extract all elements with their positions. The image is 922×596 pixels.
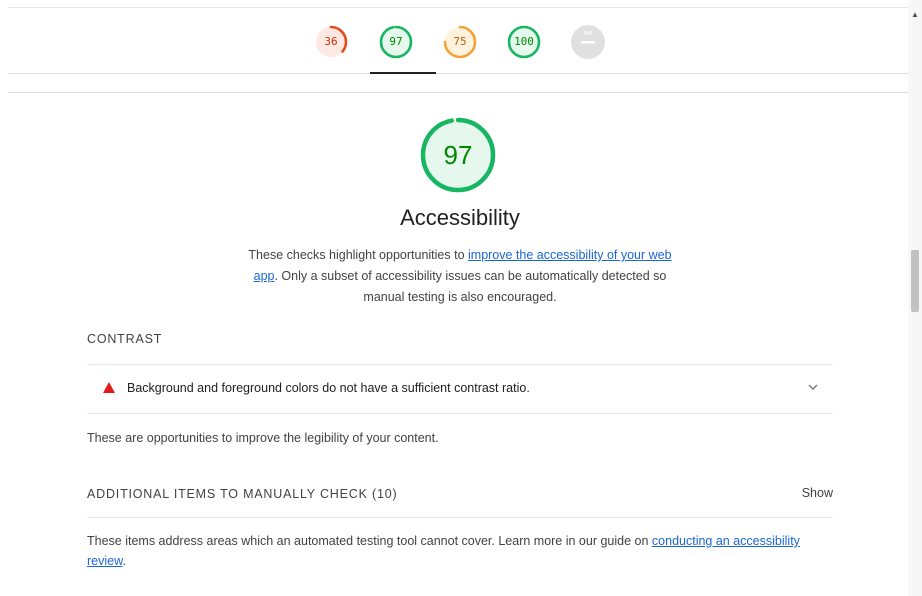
accessibility-score-gauge: 97 <box>418 115 498 195</box>
manual-checks-divider <box>87 517 833 518</box>
manual-text-suffix: . <box>122 554 126 568</box>
best-practices-gauge[interactable]: 75 <box>442 24 478 60</box>
description-text-prefix: These checks highlight opportunities to <box>248 248 468 262</box>
manual-text-prefix: These items address areas which an autom… <box>87 534 652 548</box>
category-title: Accessibility <box>400 205 520 230</box>
best-practices-score: 75 <box>453 35 467 48</box>
mini-gauges: 36 97 75 100 PWA <box>8 8 912 73</box>
pwa-score: PWA <box>583 31 593 37</box>
manual-checks-heading: ADDITIONAL ITEMS TO MANUALLY CHECK (10) <box>87 487 398 501</box>
fail-triangle-icon <box>103 382 115 393</box>
performance-gauge[interactable]: 36 <box>313 24 349 60</box>
pwa-gauge[interactable]: PWA <box>570 24 606 60</box>
seo-gauge[interactable]: 100 <box>506 24 542 60</box>
active-tab-indicator <box>370 72 436 74</box>
category-gauge-bar: 36 97 75 100 PWA <box>8 7 912 74</box>
manual-checks-description: These items address areas which an autom… <box>87 531 833 571</box>
accessibility-gauge[interactable]: 97 <box>378 24 414 60</box>
accessibility-score: 97 <box>443 140 473 170</box>
contrast-heading: CONTRAST <box>87 332 163 346</box>
description-text-suffix: . Only a subset of accessibility issues … <box>274 269 667 304</box>
contrast-audit-title: Background and foreground colors do not … <box>127 381 530 395</box>
chevron-down-icon[interactable] <box>805 379 821 395</box>
accessibility-score: 97 <box>389 35 403 48</box>
performance-score: 36 <box>324 35 338 48</box>
section-divider <box>8 92 912 93</box>
scroll-thumb[interactable] <box>911 250 919 312</box>
seo-score: 100 <box>514 35 534 48</box>
contrast-audit-row[interactable]: Background and foreground colors do not … <box>87 365 833 413</box>
contrast-divider-bottom <box>87 413 833 414</box>
scrollbar[interactable]: ▲ <box>908 0 922 596</box>
scroll-up-arrow-icon[interactable]: ▲ <box>908 10 922 20</box>
category-description: These checks highlight opportunities to … <box>240 245 680 308</box>
show-button[interactable]: Show <box>790 486 833 500</box>
contrast-description: These are opportunities to improve the l… <box>87 431 439 445</box>
